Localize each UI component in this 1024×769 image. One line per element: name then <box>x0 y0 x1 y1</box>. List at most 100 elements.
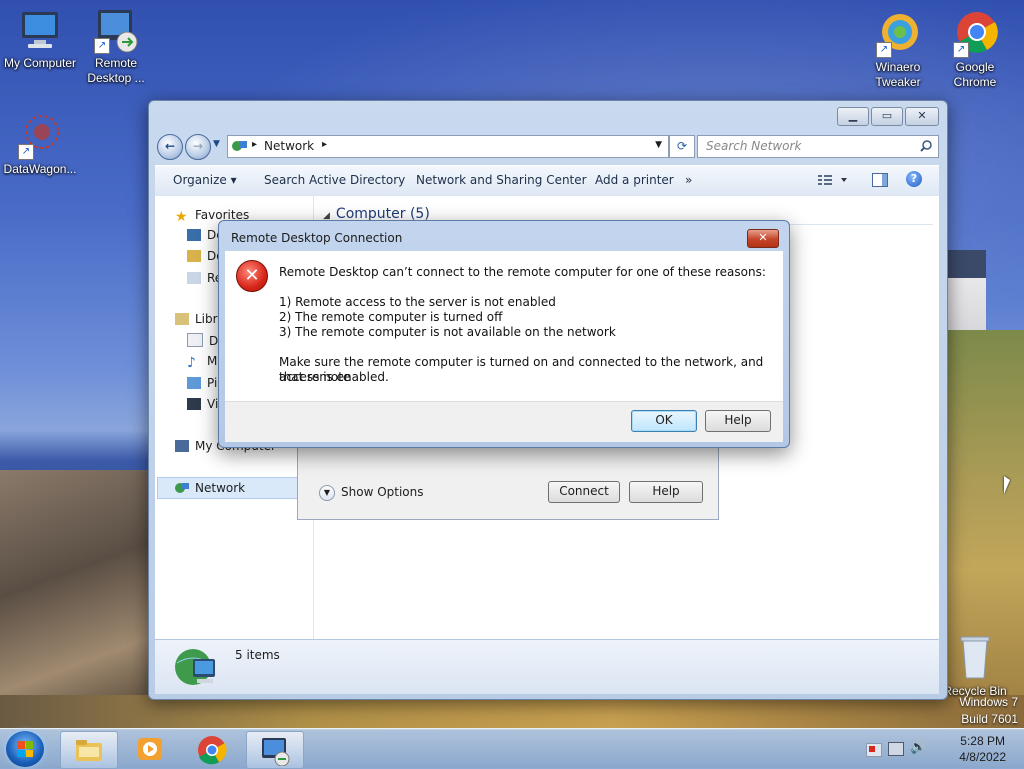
nav-network[interactable]: Network <box>175 481 245 495</box>
preview-pane-icon[interactable] <box>872 173 888 187</box>
desktop-icon-remote-desktop[interactable]: ↗ Remote Desktop ... <box>76 6 156 86</box>
dialog-button-bar: OK Help <box>225 401 783 442</box>
shortcut-arrow-icon: ↗ <box>18 144 34 160</box>
action-center-flag-icon[interactable] <box>866 743 882 757</box>
desktop-icon-label: DataWagon... <box>3 162 77 176</box>
address-separator: ▸ <box>322 139 328 150</box>
remote-desktop-icon <box>262 738 290 766</box>
forward-button[interactable]: → <box>185 134 211 160</box>
address-dropdown-icon[interactable]: ▼ <box>655 140 662 150</box>
taskbar-explorer[interactable] <box>60 731 118 769</box>
address-bar[interactable]: ▸ Network ▸ ▼ <box>227 135 669 158</box>
recent-places-icon <box>187 272 201 284</box>
watermark-line1: Windows 7 <box>959 695 1018 709</box>
minimize-button[interactable]: ▁ <box>837 107 869 126</box>
desktop-icon-label: Winaero Tweaker <box>875 60 921 89</box>
libraries-icon <box>175 313 189 325</box>
back-button[interactable]: ← <box>157 134 183 160</box>
winaero-tweaker-icon: ↗ <box>874 10 922 58</box>
videos-icon <box>187 398 201 410</box>
windows-logo-icon <box>17 741 33 757</box>
recent-pages-chevron-icon[interactable]: ▼ <box>213 139 220 149</box>
mouse-cursor-icon <box>1004 476 1010 494</box>
network-sharing-center-button[interactable]: Network and Sharing Center <box>416 173 587 187</box>
show-options-chevron-icon[interactable]: ▼ <box>319 485 335 501</box>
desktop-icon-datawagon[interactable]: ↗ DataWagon... <box>0 112 80 177</box>
shortcut-arrow-icon: ↗ <box>953 42 969 58</box>
pictures-icon <box>187 377 201 389</box>
remote-desktop-connect-dialog: ▼ Show Options Connect Help <box>297 440 719 520</box>
error-message: Remote Desktop can’t connect to the remo… <box>279 265 766 279</box>
nav-library-music[interactable]: ♪ M <box>187 354 218 371</box>
ok-button[interactable]: OK <box>631 410 697 432</box>
start-button[interactable] <box>6 731 44 767</box>
window-controls: ▁ ▭ ✕ <box>837 107 939 126</box>
connect-button[interactable]: Connect <box>548 481 620 503</box>
dialog-close-button[interactable]: ✕ <box>747 229 779 248</box>
clock-time: 5:28 PM <box>960 734 1005 748</box>
search-box[interactable]: Search Network <box>697 135 939 158</box>
taskbar-media-player[interactable] <box>122 731 178 767</box>
error-dialog: Remote Desktop Connection ✕ ✕ Remote Des… <box>218 220 790 448</box>
search-active-directory-button[interactable]: Search Active Directory <box>264 173 405 187</box>
documents-icon <box>187 333 203 347</box>
show-options-link[interactable]: Show Options <box>341 485 424 499</box>
clock[interactable]: 5:28 PM 4/8/2022 <box>959 733 1006 765</box>
chrome-icon <box>198 736 227 765</box>
desktop-icon <box>187 229 201 241</box>
taskbar-chrome[interactable] <box>184 731 240 767</box>
wallpaper-rocks <box>0 470 160 730</box>
view-options-icon[interactable] <box>817 173 851 190</box>
nav-label: Pi <box>207 376 218 390</box>
network-globe-icon <box>175 649 215 685</box>
desktop-icon-my-computer[interactable]: My Computer <box>0 6 80 71</box>
more-commands-button[interactable]: » <box>685 173 692 187</box>
datawagon-icon: ↗ <box>16 112 64 160</box>
volume-icon[interactable]: 🔊 <box>910 740 926 755</box>
reason-3: 3) The remote computer is not available … <box>279 325 616 339</box>
close-button[interactable]: ✕ <box>905 107 939 126</box>
refresh-icon[interactable]: ⟳ <box>669 135 695 158</box>
maximize-button[interactable]: ▭ <box>871 107 903 126</box>
chrome-icon: ↗ <box>951 10 999 58</box>
help-button[interactable]: Help <box>705 410 771 432</box>
desktop-icon-winaero[interactable]: ↗ Winaero Tweaker <box>858 10 938 90</box>
search-icon[interactable] <box>920 140 932 152</box>
taskbar-remote-desktop[interactable] <box>246 731 304 769</box>
network-tray-icon[interactable] <box>888 742 904 756</box>
desktop-icon-label: Google Chrome <box>953 60 997 89</box>
remote-desktop-icon: ↗ <box>92 6 140 54</box>
shortcut-arrow-icon: ↗ <box>876 42 892 58</box>
wallpaper-shore <box>0 695 1024 730</box>
address-separator: ▸ <box>252 139 258 150</box>
command-bar: Organize ▾ Search Active Directory Netwo… <box>155 165 939 197</box>
clock-date: 4/8/2022 <box>959 750 1006 764</box>
nav-library-pictures[interactable]: Pi <box>187 376 217 390</box>
nav-favorite-recent[interactable]: Re <box>187 271 222 285</box>
windows-build-watermark: Windows 7 Build 7601 <box>959 694 1018 728</box>
address-network[interactable]: Network <box>264 139 314 153</box>
reason-2: 2) The remote computer is turned off <box>279 310 503 324</box>
reason-1: 1) Remote access to the server is not en… <box>279 295 556 309</box>
error-icon: ✕ <box>236 260 268 292</box>
music-icon: ♪ <box>187 355 196 371</box>
organize-menu[interactable]: Organize ▾ <box>173 173 237 187</box>
folder-icon <box>76 740 102 761</box>
taskbar: 🔊 5:28 PM 4/8/2022 <box>0 728 1024 769</box>
desktop-icon-chrome[interactable]: ↗ Google Chrome <box>935 10 1015 90</box>
watermark-line2: Build 7601 <box>961 712 1018 726</box>
help-icon[interactable]: ? <box>906 171 922 187</box>
dialog-body: ✕ Remote Desktop can’t connect to the re… <box>225 251 783 401</box>
nav-library-videos[interactable]: Vi <box>187 397 218 411</box>
system-tray: 🔊 5:28 PM 4/8/2022 <box>854 729 1024 769</box>
help-button[interactable]: Help <box>629 481 703 503</box>
add-printer-button[interactable]: Add a printer <box>595 173 674 187</box>
navigation-bar: ← → ▼ ▸ Network ▸ ▼ ⟳ Search Network <box>157 133 939 161</box>
details-pane: 5 items <box>155 639 939 694</box>
network-icon <box>175 482 189 494</box>
nav-label: M <box>207 354 218 368</box>
media-player-icon <box>138 738 162 760</box>
recycle-bin-icon <box>951 632 999 682</box>
nav-label: Vi <box>207 397 219 411</box>
network-icon <box>232 141 247 151</box>
